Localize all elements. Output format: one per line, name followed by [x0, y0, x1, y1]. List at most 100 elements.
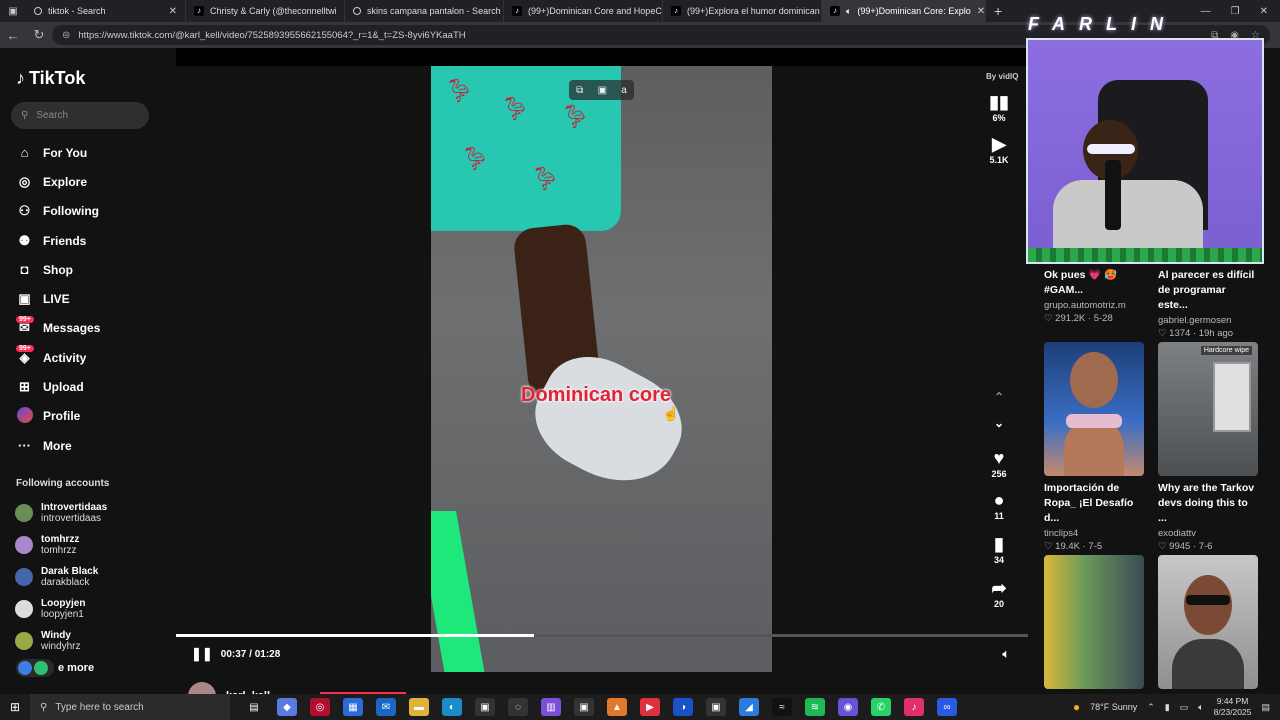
whatsapp-icon[interactable]: ✆: [871, 698, 891, 716]
sidebar-item-friends[interactable]: ⚉ Friends: [16, 226, 100, 255]
app-icon[interactable]: ◌: [508, 698, 528, 716]
following-account[interactable]: Darak Black darakblack: [15, 561, 107, 593]
sidebar-item-profile[interactable]: Profile: [16, 402, 100, 431]
tab-dominican-core-hope[interactable]: ♪ (99+)Dominican Core and HopeC ✕: [504, 0, 663, 22]
back-icon[interactable]: ←: [0, 28, 26, 43]
vidiq-label: By vidIQ: [986, 72, 1019, 81]
weather-icon[interactable]: ●: [1073, 700, 1080, 714]
windows-start-icon[interactable]: ⊞: [0, 700, 30, 714]
youtube-icon[interactable]: ▶: [640, 698, 660, 716]
edge-icon[interactable]: ◐: [442, 698, 462, 716]
extension-icon-a: [18, 661, 32, 675]
app-icon[interactable]: ▣: [574, 698, 594, 716]
outlook-icon[interactable]: ✉: [376, 698, 396, 716]
recommendation-card[interactable]: Ok pues 💗 🥵 #GAM... grupo.automotriz.m ♡…: [1044, 268, 1144, 324]
app-icon[interactable]: ▣: [706, 698, 726, 716]
flamingo-print: 🦩︎: [445, 78, 473, 103]
app-icon[interactable]: ▣: [475, 698, 495, 716]
extension-pill[interactable]: [16, 659, 54, 677]
following-account[interactable]: Loopyjen loopyjen1: [15, 593, 107, 625]
tiktok-app-icon[interactable]: ♪: [904, 698, 924, 716]
app-icon[interactable]: ▥: [541, 698, 561, 716]
volume-icon[interactable]: 🔈︎: [1198, 702, 1203, 713]
following-icon: ⚇: [18, 203, 31, 219]
tab-skins-search[interactable]: skins campana pantalon - Search ✕: [345, 0, 504, 22]
speaker-icon[interactable]: 🔈︎: [846, 6, 851, 17]
store-icon[interactable]: ▦: [343, 698, 363, 716]
pip-icon[interactable]: ⧉: [576, 85, 583, 96]
sidebar-item-upload[interactable]: ⊞ Upload: [16, 372, 100, 401]
recommendation-thumbnail[interactable]: [1158, 555, 1258, 689]
recommendation-thumbnail[interactable]: [1044, 342, 1144, 476]
sidebar-item-label: Activity: [43, 350, 87, 365]
following-account[interactable]: Introvertidaas introvertidaas: [15, 497, 107, 529]
sidebar-item-more[interactable]: ··· More: [16, 431, 100, 460]
save-button[interactable]: ▮ 34: [984, 534, 1014, 565]
tiktok-note-icon: ♪: [16, 68, 25, 88]
tab-explora-humor[interactable]: ♪ (99+)Explora el humor dominican ✕: [663, 0, 822, 22]
sidebar-item-following[interactable]: ⚇ Following: [16, 197, 100, 226]
app-icon[interactable]: ◑: [673, 698, 693, 716]
sidebar-item-live[interactable]: ▣ LIVE: [16, 284, 100, 313]
chevron-up-icon[interactable]: ⌃: [1147, 702, 1155, 713]
like-button[interactable]: ♥ 256: [984, 448, 1014, 479]
close-icon[interactable]: ✕: [977, 6, 985, 17]
sidebar-item-for-you[interactable]: ⌂ For You: [16, 138, 100, 167]
see-more-button[interactable]: e more: [16, 659, 94, 677]
app-icon[interactable]: ◢: [739, 698, 759, 716]
file-explorer-icon[interactable]: ▬: [409, 698, 429, 716]
volume-icon[interactable]: 🔈︎: [1002, 646, 1010, 662]
search-input[interactable]: ⚲ Search: [11, 102, 149, 129]
weather-text[interactable]: 78°F Sunny: [1090, 702, 1137, 712]
network-icon[interactable]: ▭: [1180, 702, 1189, 713]
mini-player-icon[interactable]: ▣: [598, 85, 607, 96]
taskbar-search-input[interactable]: ⚲ Type here to search: [30, 694, 230, 720]
reload-icon[interactable]: ↻: [26, 27, 52, 43]
activity-icon: ◈: [19, 349, 30, 365]
microphone-icon[interactable]: ▮: [1165, 702, 1170, 713]
following-account[interactable]: Windy windyhrz: [15, 625, 107, 657]
account-handle: tomhrzz: [41, 545, 77, 556]
app-icon[interactable]: ∞: [937, 698, 957, 716]
task-view-icon[interactable]: ▤: [244, 698, 264, 716]
site-info-icon[interactable]: ⊜: [62, 30, 70, 41]
new-tab-button[interactable]: +: [986, 3, 1010, 19]
tab-dominican-core-explore[interactable]: ♪ 🔈︎ (99+)Dominican Core: Explo ✕: [822, 0, 986, 22]
sidebar-item-activity[interactable]: 99+ ◈ Activity: [16, 343, 100, 372]
previous-video-button[interactable]: ⌃: [984, 390, 1014, 404]
close-icon[interactable]: ✕: [169, 6, 177, 17]
playback-controls: ❚❚ 00:37 / 01:28: [191, 646, 280, 662]
recommendation-card[interactable]: Al parecer es difícil de programar este.…: [1158, 268, 1258, 339]
recommendation-thumbnail[interactable]: [1044, 555, 1144, 689]
app-red-icon[interactable]: ◎: [310, 698, 330, 716]
account-text: Windy windyhrz: [41, 630, 80, 652]
tab-tiktok-search[interactable]: tiktok - Search ✕: [26, 0, 186, 22]
discord-icon[interactable]: ◉: [838, 698, 858, 716]
pause-icon[interactable]: ❚❚: [191, 646, 213, 662]
sidebar-item-explore[interactable]: ◎ Explore: [16, 167, 100, 196]
following-account[interactable]: tomhrzz tomhrzz: [15, 529, 107, 561]
recommendation-thumbnail[interactable]: Hardcore wipe: [1158, 342, 1258, 476]
share-button[interactable]: ➦ 20: [984, 578, 1014, 609]
next-video-button[interactable]: ⌄: [984, 416, 1014, 430]
recommendation-card[interactable]: Why are the Tarkov devs doing this to ..…: [1158, 481, 1258, 552]
spotify-icon[interactable]: ≋: [805, 698, 825, 716]
app-icon[interactable]: ▲: [607, 698, 627, 716]
views-count[interactable]: ▶ 5.1K: [984, 134, 1014, 165]
tab-christy-carly[interactable]: ♪ Christy & Carly (@theconnelltwi ✕: [186, 0, 345, 22]
app-icon[interactable]: ≈: [772, 698, 792, 716]
recommendation-card[interactable]: Importación de Ropa_ ¡El Desafío d... ti…: [1044, 481, 1144, 552]
sidebar-item-shop[interactable]: ◘ Shop: [16, 255, 100, 284]
video-frame[interactable]: 🦩︎ 🦩︎ 🦩︎ 🦩︎ 🦩︎ Dominican core ⧉ ▣ a ☝: [431, 66, 772, 672]
tab-actions-icon[interactable]: ▣: [0, 6, 26, 17]
tiktok-logo[interactable]: ♪ TikTok: [16, 68, 85, 89]
sidebar-item-messages[interactable]: 99+ ✉ Messages: [16, 314, 100, 343]
url-text[interactable]: https://www.tiktok.com/@karl_kell/video/…: [78, 30, 465, 41]
video-progress-bar[interactable]: [176, 634, 1028, 637]
vidiq-score[interactable]: ▮▮ 6%: [984, 92, 1014, 123]
translate-icon[interactable]: a: [621, 85, 627, 96]
comment-button[interactable]: ● 11: [984, 490, 1014, 521]
clock[interactable]: 9:44 PM 8/23/2025: [1214, 696, 1252, 718]
copilot-icon[interactable]: ◆: [277, 698, 297, 716]
notifications-icon[interactable]: ▤: [1261, 702, 1270, 713]
